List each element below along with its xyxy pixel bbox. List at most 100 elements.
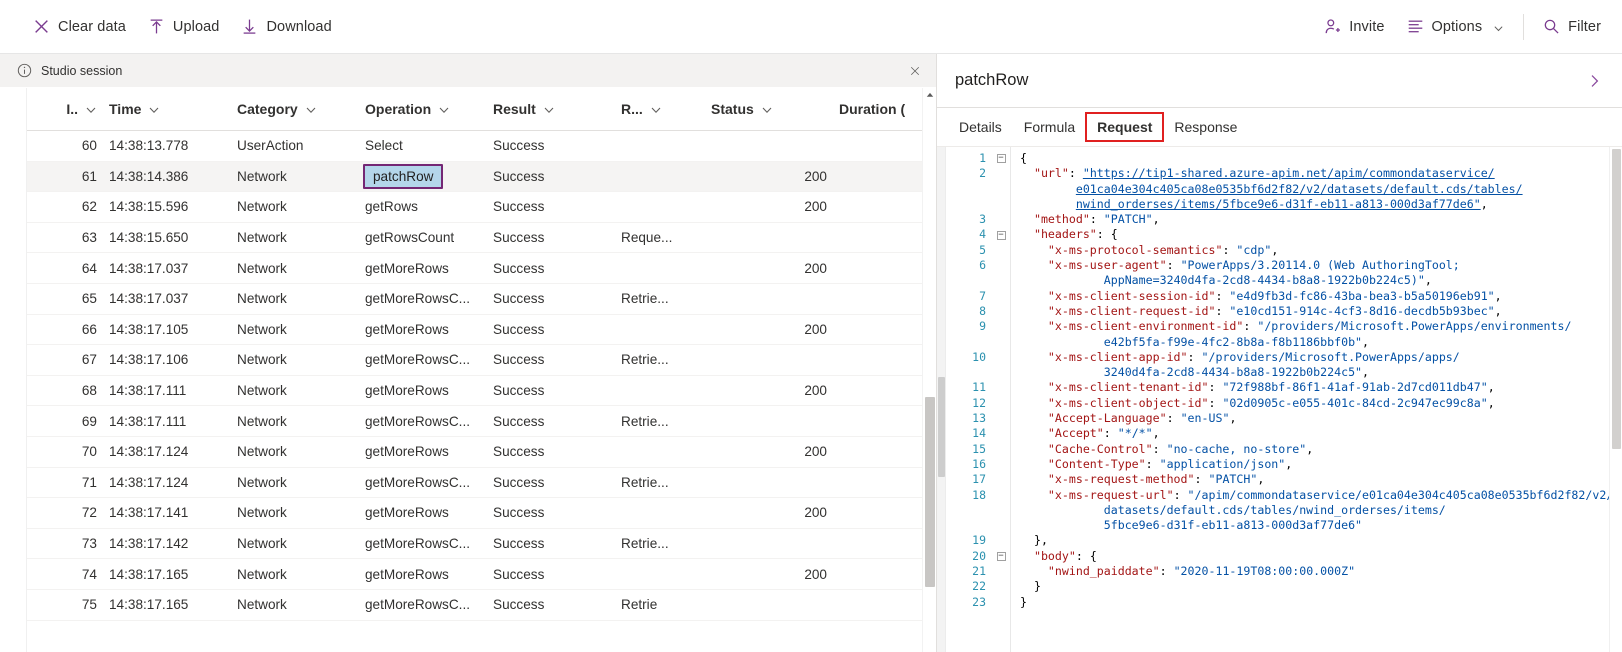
code-token-pun	[1020, 227, 1034, 241]
table-row[interactable]: 6814:38:17.111NetworkgetMoreRowsSuccess2…	[27, 376, 922, 407]
column-header-status[interactable]: Status	[705, 88, 833, 130]
code-content[interactable]: { "url": "https://tip1-shared.azure-apim…	[1010, 147, 1609, 652]
scroll-up-arrow-icon[interactable]	[923, 88, 937, 102]
options-label: Options	[1432, 19, 1483, 35]
clear-data-button[interactable]: Clear data	[22, 9, 137, 45]
code-fold-toggle-icon[interactable]: −	[997, 231, 1006, 240]
cell-text: 73	[82, 536, 97, 551]
code-fold-slot	[992, 258, 1010, 273]
table-body[interactable]: 6014:38:13.778UserActionSelectSuccess611…	[27, 131, 922, 652]
table-cell-status	[705, 223, 833, 253]
scrollbar-track[interactable]	[923, 102, 936, 652]
cell-text: getMoreRowsC...	[365, 414, 470, 429]
table-row[interactable]: 6914:38:17.111NetworkgetMoreRowsC...Succ…	[27, 406, 922, 437]
tab-response[interactable]: Response	[1164, 114, 1247, 140]
cell-text: Success	[493, 138, 544, 153]
code-fold-slot[interactable]: −	[992, 151, 1010, 166]
code-token-url[interactable]: "https://tip1-shared.azure-apim.net/apim…	[1083, 166, 1495, 180]
table-cell-status	[705, 590, 833, 620]
table-row[interactable]: 6514:38:17.037NetworkgetMoreRowsC...Succ…	[27, 284, 922, 315]
table-row[interactable]: 7114:38:17.124NetworkgetMoreRowsC...Succ…	[27, 468, 922, 499]
tab-formula[interactable]: Formula	[1014, 114, 1085, 140]
code-token-key: "method"	[1034, 212, 1090, 226]
code-token-key: "body"	[1034, 549, 1076, 563]
table-cell-id: 68	[27, 376, 103, 406]
selected-operation-cell[interactable]: patchRow	[363, 164, 443, 189]
code-scrollbar-thumb[interactable]	[1612, 149, 1621, 449]
code-overview-strip[interactable]	[937, 147, 946, 652]
column-header-r[interactable]: R...	[615, 88, 705, 130]
code-fold-toggle-icon[interactable]: −	[997, 552, 1006, 561]
upload-label: Upload	[173, 19, 220, 35]
code-line-number	[946, 197, 992, 212]
column-header-id[interactable]: I..	[27, 88, 103, 130]
table-row[interactable]: 6014:38:13.778UserActionSelectSuccess	[27, 131, 922, 162]
tab-request[interactable]: Request	[1087, 114, 1162, 140]
options-button[interactable]: Options	[1396, 9, 1516, 45]
code-token-str: 3240d4fa-2cd8-4434-b8a8-1922b0b224c5"	[1104, 365, 1362, 379]
cell-text: Network	[237, 475, 287, 490]
code-token-pun	[1020, 365, 1104, 379]
events-table-scrollbar[interactable]	[922, 88, 936, 652]
cell-text: 200	[804, 444, 827, 459]
code-overview-thumb[interactable]	[938, 377, 945, 477]
cell-text: getMoreRows	[365, 383, 449, 398]
table-cell-operation[interactable]: patchRow	[359, 162, 487, 192]
table-row[interactable]: 7314:38:17.142NetworkgetMoreRowsC...Succ…	[27, 529, 922, 560]
column-header-time[interactable]: Time	[103, 88, 231, 130]
table-cell-id: 67	[27, 345, 103, 375]
table-cell-duration	[833, 131, 922, 161]
code-fold-toggle-icon[interactable]: −	[997, 154, 1006, 163]
request-json-viewer[interactable]: 1234567891011121314151617181920212223 −−…	[937, 147, 1622, 652]
table-row[interactable]: 6214:38:15.596NetworkgetRowsSuccess200	[27, 192, 922, 223]
table-cell-result: Success	[487, 376, 615, 406]
cell-text: Network	[237, 414, 287, 429]
code-line-number: 17	[946, 472, 992, 487]
table-cell-id: 62	[27, 192, 103, 222]
invite-button[interactable]: Invite	[1313, 9, 1395, 45]
table-row[interactable]: 6314:38:15.650NetworkgetRowsCountSuccess…	[27, 223, 922, 254]
table-row[interactable]: 6714:38:17.106NetworkgetMoreRowsC...Succ…	[27, 345, 922, 376]
code-scrollbar[interactable]	[1609, 147, 1622, 652]
cell-text: 14:38:17.037	[109, 291, 188, 306]
table-row[interactable]: 6114:38:14.386NetworkpatchRowSuccess200	[27, 162, 922, 193]
code-token-key: "x-ms-client-request-id"	[1048, 304, 1216, 318]
chevron-right-icon[interactable]	[1580, 67, 1608, 95]
table-row[interactable]: 7214:38:17.141NetworkgetMoreRowsSuccess2…	[27, 498, 922, 529]
table-cell-category: Network	[231, 468, 359, 498]
code-line-numbers: 1234567891011121314151617181920212223	[946, 147, 992, 652]
table-row[interactable]: 7514:38:17.165NetworkgetMoreRowsC...Succ…	[27, 590, 922, 621]
chevron-down-icon	[148, 103, 160, 115]
code-fold-slot[interactable]: −	[992, 549, 1010, 564]
code-fold-slot	[992, 182, 1010, 197]
table-cell-r	[615, 162, 705, 192]
code-line: "x-ms-protocol-semantics": "cdp",	[1020, 243, 1609, 258]
table-row[interactable]: 6614:38:17.105NetworkgetMoreRowsSuccess2…	[27, 315, 922, 346]
code-line: "x-ms-client-request-id": "e10cd151-914c…	[1020, 304, 1609, 319]
code-fold-column[interactable]: − − −	[992, 147, 1010, 652]
upload-button[interactable]: Upload	[137, 9, 231, 45]
monitor-app-root: Clear data Upload	[0, 0, 1622, 652]
code-token-url[interactable]: nwind_orderses/items/5fbce9e6-d31f-eb11-…	[1076, 197, 1481, 211]
table-row[interactable]: 7014:38:17.124NetworkgetMoreRowsSuccess2…	[27, 437, 922, 468]
column-header-operation[interactable]: Operation	[359, 88, 487, 130]
cell-text: 75	[82, 597, 97, 612]
table-row[interactable]: 7414:38:17.165NetworkgetMoreRowsSuccess2…	[27, 559, 922, 590]
download-button[interactable]: Download	[230, 9, 342, 45]
code-fold-slot[interactable]: −	[992, 227, 1010, 242]
scrollbar-thumb[interactable]	[925, 397, 935, 587]
code-fold-slot	[992, 273, 1010, 288]
code-token-str: datasets/default.cds/tables/nwind_orders…	[1104, 503, 1446, 517]
close-icon[interactable]	[904, 60, 926, 82]
filter-button[interactable]: Filter	[1532, 9, 1612, 45]
table-cell-result: Success	[487, 223, 615, 253]
code-token-url[interactable]: e01ca04e304c405ca08e0535bf6d2f82/v2/data…	[1076, 182, 1523, 196]
code-token-pun: ,	[1306, 442, 1313, 456]
column-header-category[interactable]: Category	[231, 88, 359, 130]
tab-details[interactable]: Details	[949, 114, 1012, 140]
code-token-pun	[1020, 258, 1048, 272]
table-cell-id: 74	[27, 559, 103, 589]
table-cell-id: 75	[27, 590, 103, 620]
column-header-result[interactable]: Result	[487, 88, 615, 130]
table-row[interactable]: 6414:38:17.037NetworkgetMoreRowsSuccess2…	[27, 253, 922, 284]
